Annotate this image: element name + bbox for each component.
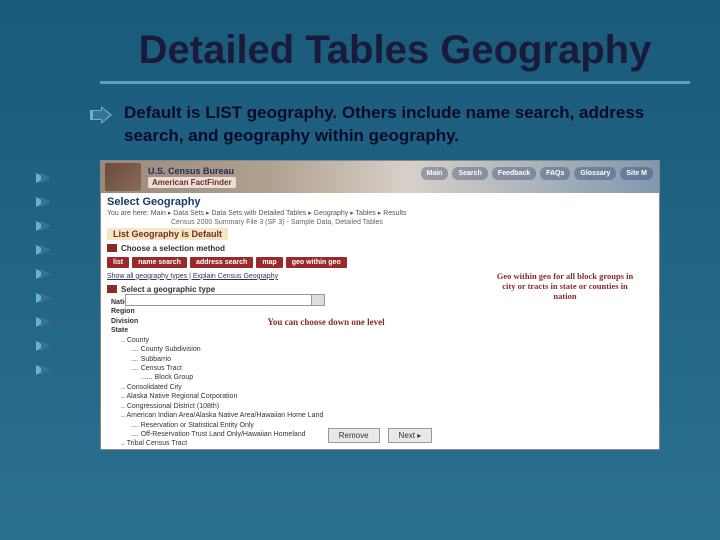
bullet-icon xyxy=(90,106,112,124)
step1-label: Choose a selection method xyxy=(121,244,225,253)
geo-list-item[interactable]: .... County Subdivision xyxy=(111,345,653,354)
geo-type-dropdown[interactable] xyxy=(125,294,325,306)
tab-geo-within-geo[interactable]: geo within geo xyxy=(286,257,347,268)
tab-map[interactable]: map xyxy=(256,257,282,268)
tab-list[interactable]: list xyxy=(107,257,129,268)
section-title: Select Geography xyxy=(101,193,659,209)
method-tabs: list name search address search map geo … xyxy=(101,255,659,270)
header-nav: Main Search Feedback FAQs Glossary Site … xyxy=(421,167,654,180)
geo-list-item[interactable]: Region xyxy=(111,307,653,316)
geo-list-item[interactable]: ...... Block Group xyxy=(111,373,653,382)
nav-main[interactable]: Main xyxy=(421,167,449,180)
bullet-row: Default is LIST geography. Others includ… xyxy=(0,84,720,160)
geo-list-item[interactable]: .. Congressional District (108th) xyxy=(111,402,653,411)
geo-list-item[interactable]: .. County xyxy=(111,336,653,345)
logo-factfinder: American FactFinder xyxy=(148,177,236,188)
app-header: U.S. Census Bureau American FactFinder M… xyxy=(101,161,659,193)
slide-decorative-arrows xyxy=(36,170,62,386)
nav-sitemap[interactable]: Site M xyxy=(620,167,653,180)
annotation-geo-within-geo: Geo within geo for all block groups in c… xyxy=(495,271,635,302)
nav-feedback[interactable]: Feedback xyxy=(492,167,536,180)
nav-faqs[interactable]: FAQs xyxy=(540,167,570,180)
bullet-text: Default is LIST geography. Others includ… xyxy=(124,102,680,148)
logo-top: U.S. Census Bureau xyxy=(148,166,236,176)
breadcrumb: You are here: Main ▸ Data Sets ▸ Data Se… xyxy=(101,209,659,219)
step2-label: Select a geographic type xyxy=(121,285,215,294)
nav-search[interactable]: Search xyxy=(452,167,487,180)
step-choose-method: Choose a selection method xyxy=(101,242,659,255)
slide-title: Detailed Tables Geography xyxy=(0,0,720,81)
context-subline: Census 2000 Summary File 3 (SF 3) - Samp… xyxy=(101,219,659,226)
geo-list-item[interactable]: .. Alaska Native Regional Corporation xyxy=(111,392,653,401)
next-button[interactable]: Next ▸ xyxy=(388,428,433,443)
remove-button[interactable]: Remove xyxy=(328,428,380,443)
button-row: Remove Next ▸ xyxy=(101,428,659,443)
geo-list-item[interactable]: .... Subbarrio xyxy=(111,355,653,364)
tab-address-search[interactable]: address search xyxy=(190,257,253,268)
embedded-screenshot: U.S. Census Bureau American FactFinder M… xyxy=(100,160,660,450)
default-label-callout: List Geography is Default xyxy=(107,228,228,240)
geo-list-item[interactable]: .... Census Tract xyxy=(111,364,653,373)
geo-list-item[interactable]: .. Consolidated City xyxy=(111,383,653,392)
nav-glossary[interactable]: Glossary xyxy=(574,167,616,180)
tab-name-search[interactable]: name search xyxy=(132,257,187,268)
annotation-choose-down: You can choose down one level xyxy=(251,317,401,328)
header-photo-icon xyxy=(105,163,141,191)
geo-list-item[interactable]: .... Tribal Subdivision/Remainder xyxy=(111,449,653,450)
geo-list-item[interactable]: .. American Indian Area/Alaska Native Ar… xyxy=(111,411,653,420)
step-marker-icon xyxy=(107,244,117,252)
step-marker-icon xyxy=(107,285,117,293)
